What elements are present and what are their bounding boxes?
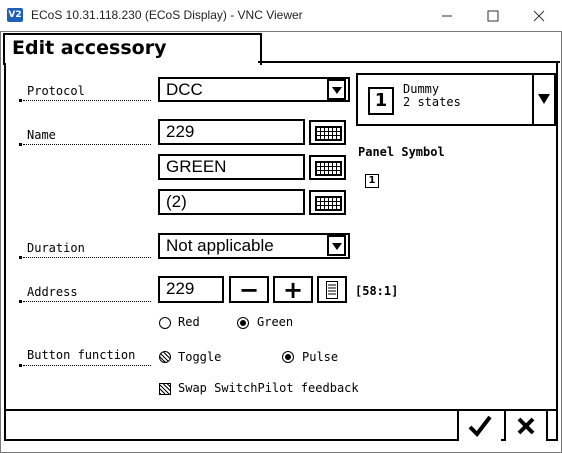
protocol-value: DCC xyxy=(166,80,203,99)
red-radio-label[interactable]: Red xyxy=(178,315,200,329)
protocol-label: Protocol xyxy=(27,84,85,98)
dotted-leader xyxy=(23,100,151,101)
dotted-leader xyxy=(23,144,151,145)
panel-symbol-icon: 1 xyxy=(365,174,379,188)
green-radio[interactable] xyxy=(237,317,249,329)
minimize-icon xyxy=(442,15,452,16)
accessory-type-select[interactable]: 1 Dummy 2 states xyxy=(356,73,556,126)
chevron-down-icon[interactable] xyxy=(538,94,550,104)
name-line-3-value: (2) xyxy=(166,192,187,211)
duration-select[interactable]: Not applicable xyxy=(158,233,350,259)
address-input[interactable]: 229 xyxy=(158,276,224,303)
address-label: Address xyxy=(27,285,78,299)
dotted-leader xyxy=(23,301,151,302)
swap-feedback-label[interactable]: Swap SwitchPilot feedback xyxy=(178,381,359,395)
dialog-right-border xyxy=(556,61,558,441)
swap-feedback-checkbox[interactable] xyxy=(159,383,171,395)
panel-symbol-label: Panel Symbol xyxy=(358,145,445,159)
row-marker xyxy=(19,300,22,303)
protocol-select[interactable]: DCC xyxy=(158,77,350,102)
address-port-readout: [58:1] xyxy=(355,284,399,298)
close-window-button[interactable] xyxy=(516,0,562,31)
green-radio-label[interactable]: Green xyxy=(257,315,293,329)
dialog-left-border xyxy=(4,63,6,441)
row-marker xyxy=(19,364,22,367)
address-increment-button[interactable]: + xyxy=(273,275,313,304)
select-divider xyxy=(532,75,534,124)
vnc-app-icon: V2 xyxy=(7,8,23,22)
tab-title: Edit accessory xyxy=(12,37,167,59)
accessory-symbol-icon: 1 xyxy=(368,87,394,115)
duration-label: Duration xyxy=(27,241,85,255)
toggle-radio-label[interactable]: Toggle xyxy=(178,350,221,364)
address-value: 229 xyxy=(166,279,195,298)
x-icon xyxy=(517,417,535,435)
toggle-radio[interactable] xyxy=(159,351,171,363)
accessory-type-name: Dummy xyxy=(403,82,440,96)
maximize-button[interactable] xyxy=(470,0,516,31)
address-list-button[interactable] xyxy=(317,276,347,303)
row-marker xyxy=(19,256,22,259)
keyboard-button-3[interactable] xyxy=(309,190,346,215)
window-title: ECoS 10.31.118.230 (ECoS Display) - VNC … xyxy=(31,8,303,22)
red-radio[interactable] xyxy=(159,317,171,329)
tab-baseline xyxy=(258,61,560,63)
duration-value: Not applicable xyxy=(166,236,274,255)
address-decrement-button[interactable]: − xyxy=(229,275,269,304)
close-icon xyxy=(533,10,545,21)
keyboard-button-1[interactable] xyxy=(309,120,346,145)
keyboard-icon xyxy=(315,161,342,176)
name-line-1-input[interactable]: 229 xyxy=(158,119,305,145)
minus-icon: − xyxy=(238,275,260,304)
pulse-radio[interactable] xyxy=(282,351,294,363)
maximize-icon xyxy=(487,10,499,21)
keyboard-button-2[interactable] xyxy=(309,155,346,180)
row-marker xyxy=(19,143,22,146)
dotted-leader xyxy=(23,257,151,258)
name-line-2-value: GREEN xyxy=(166,157,227,176)
cancel-button[interactable] xyxy=(504,411,548,441)
keyboard-icon xyxy=(315,126,342,141)
keyboard-icon xyxy=(315,196,342,211)
name-line-3-input[interactable]: (2) xyxy=(158,189,305,215)
dotted-leader xyxy=(23,365,151,366)
row-marker xyxy=(19,99,22,102)
checkmark-icon xyxy=(468,415,492,437)
plus-icon: + xyxy=(282,275,304,304)
window-titlebar[interactable]: V2 ECoS 10.31.118.230 (ECoS Display) - V… xyxy=(0,0,562,32)
ok-button[interactable] xyxy=(457,411,501,441)
chevron-down-icon[interactable] xyxy=(327,79,346,100)
chevron-down-icon[interactable] xyxy=(327,235,346,256)
button-function-label: Button function xyxy=(27,348,136,362)
list-icon xyxy=(326,280,338,299)
name-line-1-value: 229 xyxy=(166,122,195,141)
minimize-button[interactable] xyxy=(424,0,470,31)
name-label: Name xyxy=(27,128,56,142)
accessory-type-states: 2 states xyxy=(403,95,461,109)
pulse-radio-label[interactable]: Pulse xyxy=(302,350,338,364)
name-line-2-input[interactable]: GREEN xyxy=(158,154,305,180)
